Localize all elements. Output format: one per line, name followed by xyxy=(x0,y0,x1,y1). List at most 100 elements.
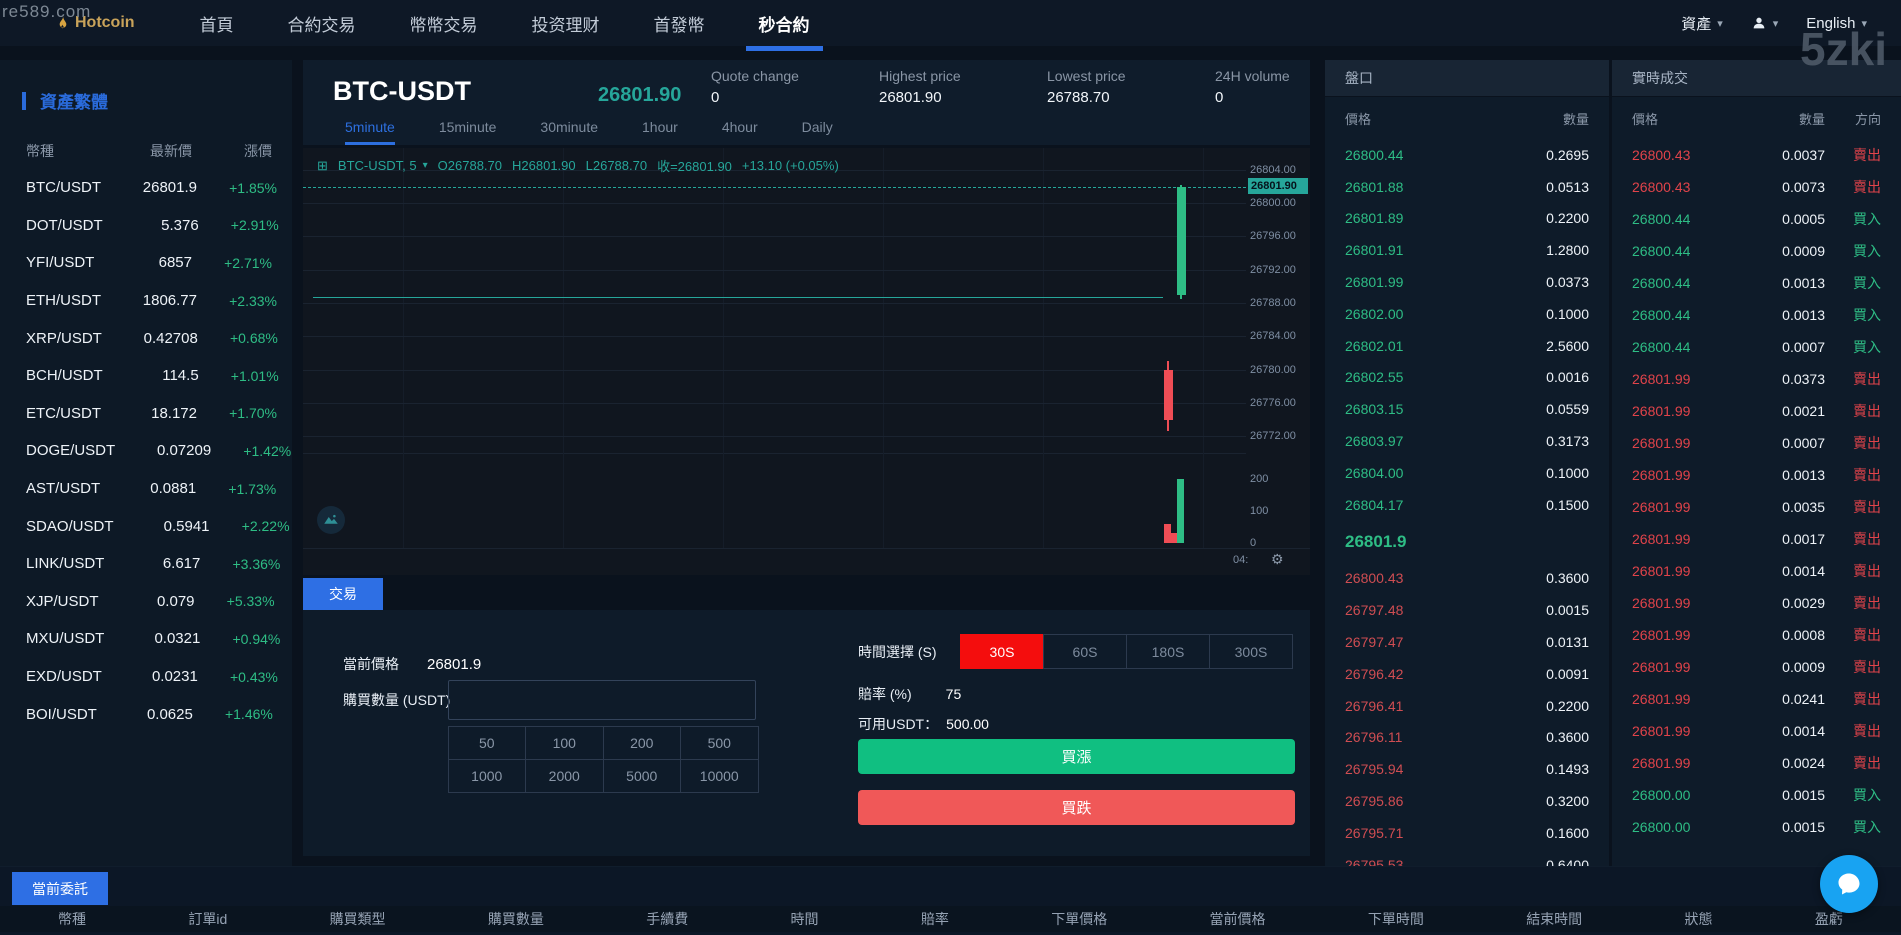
market-list-item[interactable]: BOI/USDT 0.0625 +1.46% xyxy=(0,695,292,733)
bid-row[interactable]: 26795.94 0.1493 xyxy=(1325,753,1609,785)
quick-amount-button[interactable]: 2000 xyxy=(525,758,604,793)
duration-button[interactable]: 180S xyxy=(1126,634,1210,669)
chat-bubble-button[interactable] xyxy=(1820,855,1878,913)
nav-item[interactable]: 幣幣交易 xyxy=(383,0,505,46)
price-axis-label: 26772.00 xyxy=(1250,430,1296,443)
change-percent: +2.33% xyxy=(229,292,277,309)
nav-item[interactable]: 投资理财 xyxy=(505,0,627,46)
asks-list: 26800.44 0.2695 26801.88 0.0513 26801.89… xyxy=(1325,139,1609,521)
open-orders-column: 手續費 xyxy=(646,911,689,927)
trade-row: 26801.99 0.0373 賣出 xyxy=(1632,371,1881,387)
bid-row[interactable]: 26795.71 0.1600 xyxy=(1325,817,1609,849)
chart-symbol-selector[interactable]: BTC-USDT, 5 ▾ xyxy=(338,158,428,173)
ask-row[interactable]: 26802.01 2.5600 xyxy=(1325,330,1609,362)
ask-row[interactable]: 26802.00 0.1000 xyxy=(1325,298,1609,330)
chevron-down-icon: ▾ xyxy=(1717,17,1723,30)
ask-row[interactable]: 26801.89 0.2200 xyxy=(1325,203,1609,235)
buy-down-button[interactable]: 買跌 xyxy=(858,790,1295,825)
bid-row[interactable]: 26795.86 0.3200 xyxy=(1325,785,1609,817)
last-price: 0.5941 xyxy=(163,517,210,535)
duration-button[interactable]: 30S xyxy=(960,634,1044,669)
bid-row[interactable]: 26795.53 0.6400 xyxy=(1325,849,1609,866)
nav-item[interactable]: 首發幣 xyxy=(627,0,732,46)
quick-amount-button[interactable]: 200 xyxy=(602,725,681,760)
bid-row[interactable]: 26796.41 0.2200 xyxy=(1325,690,1609,722)
ask-row[interactable]: 26804.17 0.1500 xyxy=(1325,489,1609,521)
timeframe-tab[interactable]: 30minute xyxy=(540,119,598,145)
duration-button[interactable]: 60S xyxy=(1043,634,1127,669)
quick-amount-button[interactable]: 1000 xyxy=(447,758,526,793)
assets-menu[interactable]: 資產 ▾ xyxy=(1681,13,1723,34)
market-list-item[interactable]: LINK/USDT 6.617 +3.36% xyxy=(0,545,292,583)
market-sidebar: 資產繁體 幣種 最新價 漲價 BTC/USDT 26801.9 +1.85% D… xyxy=(0,60,292,866)
timeframe-tab[interactable]: 5minute xyxy=(345,119,395,145)
ask-row[interactable]: 26803.97 0.3173 xyxy=(1325,425,1609,457)
ask-row[interactable]: 26804.00 0.1000 xyxy=(1325,457,1609,489)
ask-row[interactable]: 26800.44 0.2695 xyxy=(1325,139,1609,171)
gear-icon[interactable]: ⚙ xyxy=(1271,551,1284,568)
tab-trade[interactable]: 交易 xyxy=(303,578,383,610)
last-price: 6857 xyxy=(158,254,192,272)
market-list-item[interactable]: XRP/USDT 0.42708 +0.68% xyxy=(0,319,292,357)
timeframe-tab[interactable]: Daily xyxy=(802,119,833,145)
buy-up-button[interactable]: 買漲 xyxy=(858,739,1295,774)
quick-amount-button[interactable]: 100 xyxy=(525,725,604,760)
pair-label: XRP/USDT xyxy=(26,329,102,347)
change-percent: +0.43% xyxy=(229,668,278,685)
ask-row[interactable]: 26801.99 0.0373 xyxy=(1325,266,1609,298)
bid-row[interactable]: 26796.42 0.0091 xyxy=(1325,658,1609,690)
timeframe-tab[interactable]: 1hour xyxy=(642,119,678,145)
market-list-item[interactable]: YFI/USDT 6857 +2.71% xyxy=(0,244,292,282)
market-list-item[interactable]: SDAO/USDT 0.5941 +2.22% xyxy=(0,507,292,545)
open-orders-column: 時間 xyxy=(790,911,819,927)
chart-logo-icon xyxy=(317,506,345,534)
price-axis-label: 26804.00 xyxy=(1250,163,1296,176)
quick-amount-button[interactable]: 500 xyxy=(680,725,759,760)
tab-open-orders[interactable]: 當前委託 xyxy=(12,872,108,905)
market-list-item[interactable]: DOT/USDT 5.376 +2.91% xyxy=(0,207,292,245)
user-menu[interactable]: ▾ xyxy=(1751,15,1778,31)
bid-row[interactable]: 26797.48 0.0015 xyxy=(1325,594,1609,626)
quick-amount-button[interactable]: 5000 xyxy=(602,758,681,793)
duration-options: 30S 60S 180S 300S xyxy=(960,634,1293,669)
timeframe-tab[interactable]: 15minute xyxy=(439,119,497,145)
quick-amount-button[interactable]: 50 xyxy=(447,725,526,760)
last-price: 5.376 xyxy=(161,216,199,234)
last-price: 0.0625 xyxy=(146,705,193,723)
chevron-down-icon: ▾ xyxy=(422,160,428,171)
quick-amount-button[interactable]: 10000 xyxy=(680,758,759,793)
user-icon xyxy=(1753,17,1765,29)
price-axis-label: 26784.00 xyxy=(1250,330,1296,343)
bid-row[interactable]: 26797.47 0.0131 xyxy=(1325,626,1609,658)
bid-row[interactable]: 26800.43 0.3600 xyxy=(1325,563,1609,595)
market-list-item[interactable]: EXD/USDT 0.0231 +0.43% xyxy=(0,658,292,696)
ask-row[interactable]: 26802.55 0.0016 xyxy=(1325,362,1609,394)
ask-row[interactable]: 26801.88 0.0513 xyxy=(1325,171,1609,203)
market-list-item[interactable]: ETC/USDT 18.172 +1.70% xyxy=(0,395,292,433)
nav-item[interactable]: 秒合約 xyxy=(732,0,837,51)
bid-row[interactable]: 26796.11 0.3600 xyxy=(1325,722,1609,754)
last-price-big: 26801.90 xyxy=(598,84,682,106)
market-list-item[interactable]: BCH/USDT 114.5 +1.01% xyxy=(0,357,292,395)
current-price-value: 26801.9 xyxy=(427,656,482,673)
duration-button[interactable]: 300S xyxy=(1209,634,1293,669)
trade-row: 26800.44 0.0007 買入 xyxy=(1632,339,1881,355)
amount-input[interactable] xyxy=(448,680,756,720)
market-list-item[interactable]: MXU/USDT 0.0321 +0.94% xyxy=(0,620,292,658)
open-orders-column: 下單價格 xyxy=(1051,911,1108,927)
market-list-item[interactable]: BTC/USDT 26801.9 +1.85% xyxy=(0,169,292,207)
ask-row[interactable]: 26803.15 0.0559 xyxy=(1325,393,1609,425)
watermark-top-right: 5zki xyxy=(1800,23,1887,75)
timeframe-tab[interactable]: 4hour xyxy=(722,119,758,145)
nav-item[interactable]: 合約交易 xyxy=(261,0,383,46)
nav-item[interactable]: 首頁 xyxy=(173,0,261,46)
market-list-item[interactable]: DOGE/USDT 0.07209 +1.42% xyxy=(0,432,292,470)
market-list-item[interactable]: AST/USDT 0.0881 +1.73% xyxy=(0,470,292,508)
market-list-item[interactable]: XJP/USDT 0.079 +5.33% xyxy=(0,583,292,621)
market-list-item[interactable]: ETH/USDT 1806.77 +2.33% xyxy=(0,282,292,320)
candlestick-chart[interactable]: ⊞ BTC-USDT, 5 ▾ O26788.70 H26801.90 L267… xyxy=(303,148,1310,575)
last-price: 114.5 xyxy=(162,367,199,385)
pair-label: ETC/USDT xyxy=(26,404,101,422)
price-axis-label: 26780.00 xyxy=(1250,363,1296,376)
ask-row[interactable]: 26801.91 1.2800 xyxy=(1325,234,1609,266)
